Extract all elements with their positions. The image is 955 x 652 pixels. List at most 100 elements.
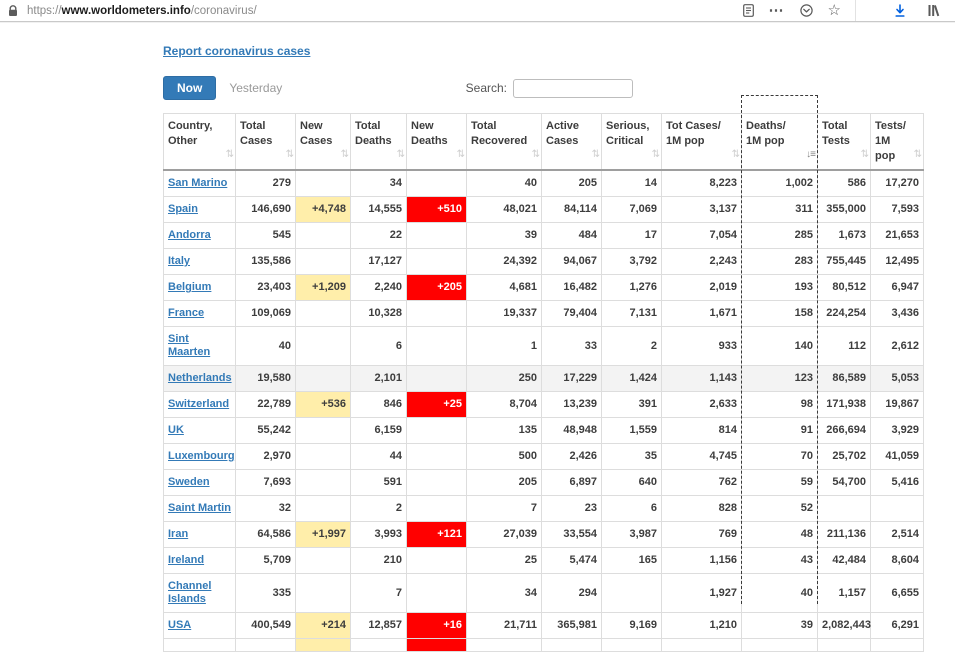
sort-icon: ⇅ [226, 147, 233, 162]
cell-total_deaths [351, 639, 407, 652]
table-row: Spain146,690+4,74814,555+51048,02184,114… [164, 197, 924, 223]
country-link[interactable]: Channel Islands [168, 580, 211, 605]
cell-cases_1m: 814 [662, 418, 742, 444]
location-bar[interactable]: https://www.worldometers.info/coronaviru… [0, 0, 856, 21]
reader-view-icon[interactable] [743, 4, 754, 17]
table-row: Saint Martin322723682852 [164, 496, 924, 522]
cell-serious_critical: 17 [602, 223, 662, 249]
cell-cases_1m: 1,927 [662, 574, 742, 613]
header-tests_1m[interactable]: Tests/1M pop⇅ [871, 114, 924, 171]
cell-total_recovered: 19,337 [467, 301, 542, 327]
cell-tests_1m: 19,867 [871, 392, 924, 418]
cell-new_deaths: +121 [407, 522, 467, 548]
table-row: Sint Maarten40613329331401122,612 [164, 327, 924, 366]
header-country[interactable]: Country,Other⇅ [164, 114, 236, 171]
cell-total_tests: 2,082,443 [818, 613, 871, 639]
cell-total_cases: 32 [236, 496, 296, 522]
table-row: Channel Islands3357342941,927401,1576,65… [164, 574, 924, 613]
library-icon[interactable] [927, 4, 941, 17]
sort-icon: ⇅ [592, 147, 599, 162]
cell-active_cases: 33 [542, 327, 602, 366]
country-link[interactable]: Luxembourg [168, 450, 235, 462]
cell-serious_critical [602, 639, 662, 652]
sort-desc-icon: ↓≡ [806, 147, 815, 162]
header-total_deaths[interactable]: TotalDeaths⇅ [351, 114, 407, 171]
page-actions-icon[interactable]: ⋯ [769, 3, 785, 18]
country-link[interactable]: France [168, 307, 204, 319]
cell-new_deaths: +16 [407, 613, 467, 639]
header-total_cases[interactable]: TotalCases⇅ [236, 114, 296, 171]
country-link[interactable]: Italy [168, 255, 190, 267]
header-new_deaths[interactable]: NewDeaths⇅ [407, 114, 467, 171]
now-tab-button[interactable]: Now [163, 76, 216, 100]
report-cases-link[interactable]: Report coronavirus cases [163, 44, 310, 58]
cell-total_recovered: 39 [467, 223, 542, 249]
cell-total_tests: 42,484 [818, 548, 871, 574]
cell-total_cases: 64,586 [236, 522, 296, 548]
header-total_tests[interactable]: TotalTests⇅ [818, 114, 871, 171]
cell-new_cases: +214 [296, 613, 351, 639]
country-link[interactable]: Saint Martin [168, 502, 231, 514]
country-link[interactable]: San Marino [168, 177, 227, 189]
cell-tests_1m: 6,291 [871, 613, 924, 639]
sort-icon: ⇅ [286, 147, 293, 162]
cell-total_deaths: 6,159 [351, 418, 407, 444]
header-deaths_1m[interactable]: Deaths/1M pop↓≡ [742, 114, 818, 171]
cell-active_cases: 23 [542, 496, 602, 522]
cell-cases_1m [662, 639, 742, 652]
country-link[interactable]: Belgium [168, 281, 211, 293]
cell-total_cases: 55,242 [236, 418, 296, 444]
header-new_cases[interactable]: NewCases⇅ [296, 114, 351, 171]
cell-deaths_1m: 48 [742, 522, 818, 548]
cell-new_deaths [407, 418, 467, 444]
yesterday-tab[interactable]: Yesterday [229, 81, 282, 95]
cell-total_cases: 2,970 [236, 444, 296, 470]
header-serious_critical[interactable]: Serious,Critical⇅ [602, 114, 662, 171]
cell-deaths_1m: 43 [742, 548, 818, 574]
cell-active_cases: 205 [542, 170, 602, 197]
download-icon[interactable] [893, 4, 907, 18]
url-text[interactable]: https://www.worldometers.info/coronaviru… [27, 5, 743, 17]
country-link[interactable]: Spain [168, 203, 198, 215]
cell-serious_critical: 391 [602, 392, 662, 418]
bookmark-star-icon[interactable]: ☆ [828, 3, 841, 18]
cell-active_cases: 5,474 [542, 548, 602, 574]
cell-total_cases: 135,586 [236, 249, 296, 275]
cell-country: Switzerland [164, 392, 236, 418]
country-link[interactable]: Netherlands [168, 372, 232, 384]
cell-total_deaths: 2,240 [351, 275, 407, 301]
country-link[interactable]: UK [168, 424, 184, 436]
cell-total_recovered: 21,711 [467, 613, 542, 639]
header-cases_1m[interactable]: Tot Cases/1M pop⇅ [662, 114, 742, 171]
table-row: Sweden7,6935912056,8976407625954,7005,41… [164, 470, 924, 496]
cell-total_deaths: 6 [351, 327, 407, 366]
country-link[interactable]: Andorra [168, 229, 211, 241]
header-total_recovered[interactable]: TotalRecovered⇅ [467, 114, 542, 171]
table-row: France109,06910,32819,33779,4047,1311,67… [164, 301, 924, 327]
cell-country: USA [164, 613, 236, 639]
cell-total_cases: 400,549 [236, 613, 296, 639]
cell-total_deaths: 12,857 [351, 613, 407, 639]
cell-new_deaths [407, 301, 467, 327]
cell-new_deaths: +510 [407, 197, 467, 223]
header-active_cases[interactable]: ActiveCases⇅ [542, 114, 602, 171]
search-input[interactable] [513, 79, 633, 98]
cell-new_cases [296, 170, 351, 197]
country-link[interactable]: Switzerland [168, 398, 229, 410]
country-link[interactable]: Ireland [168, 554, 204, 566]
country-link[interactable]: Sweden [168, 476, 210, 488]
cell-total_deaths: 34 [351, 170, 407, 197]
country-link[interactable]: Iran [168, 528, 188, 540]
table-row [164, 639, 924, 652]
cell-deaths_1m: 140 [742, 327, 818, 366]
pocket-icon[interactable] [800, 4, 813, 17]
cell-country: Italy [164, 249, 236, 275]
table-row: Luxembourg2,970445002,426354,7457025,702… [164, 444, 924, 470]
cases-table: Country,Other⇅TotalCases⇅NewCases⇅TotalD… [163, 113, 924, 652]
table-row: Switzerland22,789+536846+258,70413,23939… [164, 392, 924, 418]
country-link[interactable]: USA [168, 619, 191, 631]
cell-new_deaths: +25 [407, 392, 467, 418]
cell-serious_critical: 165 [602, 548, 662, 574]
cell-total_tests: 755,445 [818, 249, 871, 275]
country-link[interactable]: Sint Maarten [168, 333, 210, 358]
